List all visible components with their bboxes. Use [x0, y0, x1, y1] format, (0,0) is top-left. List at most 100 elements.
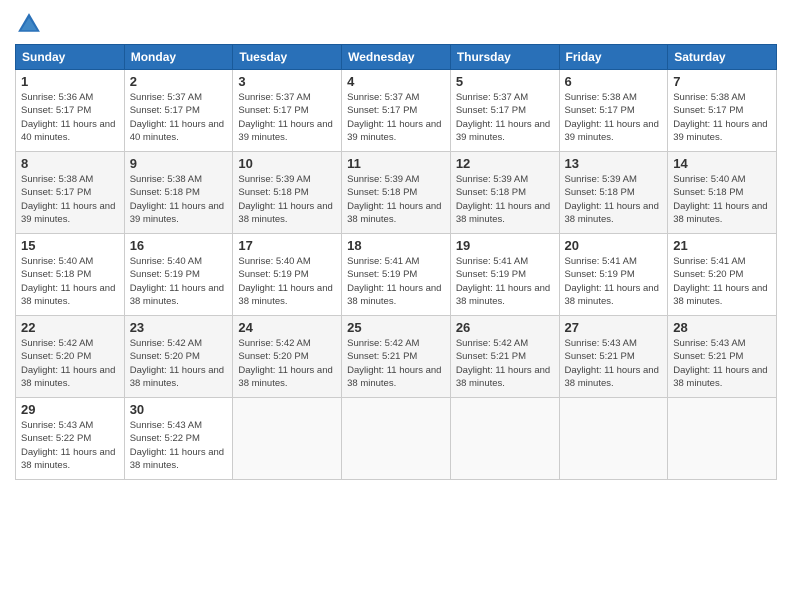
day-number: 30 [130, 402, 228, 417]
calendar-week-row: 29 Sunrise: 5:43 AM Sunset: 5:22 PM Dayl… [16, 398, 777, 480]
day-number: 18 [347, 238, 445, 253]
day-info: Sunrise: 5:42 AM Sunset: 5:21 PM Dayligh… [456, 337, 554, 390]
day-number: 21 [673, 238, 771, 253]
sunset-label: Sunset: 5:22 PM [130, 433, 200, 444]
day-number: 19 [456, 238, 554, 253]
day-number: 2 [130, 74, 228, 89]
calendar-table: SundayMondayTuesdayWednesdayThursdayFrid… [15, 44, 777, 480]
header [15, 10, 777, 38]
day-info: Sunrise: 5:39 AM Sunset: 5:18 PM Dayligh… [565, 173, 663, 226]
day-info: Sunrise: 5:40 AM Sunset: 5:18 PM Dayligh… [673, 173, 771, 226]
day-info: Sunrise: 5:40 AM Sunset: 5:19 PM Dayligh… [238, 255, 336, 308]
daylight-label: Daylight: 11 hours and 38 minutes. [673, 365, 767, 389]
day-info: Sunrise: 5:43 AM Sunset: 5:22 PM Dayligh… [130, 419, 228, 472]
calendar-cell: 22 Sunrise: 5:42 AM Sunset: 5:20 PM Dayl… [16, 316, 125, 398]
sunrise-label: Sunrise: 5:38 AM [565, 92, 637, 103]
calendar-cell: 10 Sunrise: 5:39 AM Sunset: 5:18 PM Dayl… [233, 152, 342, 234]
calendar-header-thursday: Thursday [450, 45, 559, 70]
day-number: 17 [238, 238, 336, 253]
logo [15, 10, 47, 38]
sunrise-label: Sunrise: 5:39 AM [347, 174, 419, 185]
daylight-label: Daylight: 11 hours and 38 minutes. [456, 283, 550, 307]
sunset-label: Sunset: 5:20 PM [130, 351, 200, 362]
day-info: Sunrise: 5:41 AM Sunset: 5:19 PM Dayligh… [456, 255, 554, 308]
calendar-cell: 28 Sunrise: 5:43 AM Sunset: 5:21 PM Dayl… [668, 316, 777, 398]
sunset-label: Sunset: 5:19 PM [456, 269, 526, 280]
day-number: 20 [565, 238, 663, 253]
sunrise-label: Sunrise: 5:40 AM [673, 174, 745, 185]
day-number: 1 [21, 74, 119, 89]
sunrise-label: Sunrise: 5:42 AM [130, 338, 202, 349]
sunrise-label: Sunrise: 5:41 AM [565, 256, 637, 267]
daylight-label: Daylight: 11 hours and 38 minutes. [238, 201, 332, 225]
daylight-label: Daylight: 11 hours and 38 minutes. [21, 283, 115, 307]
day-number: 22 [21, 320, 119, 335]
day-info: Sunrise: 5:38 AM Sunset: 5:17 PM Dayligh… [21, 173, 119, 226]
daylight-label: Daylight: 11 hours and 38 minutes. [565, 283, 659, 307]
sunrise-label: Sunrise: 5:43 AM [673, 338, 745, 349]
sunset-label: Sunset: 5:18 PM [456, 187, 526, 198]
sunrise-label: Sunrise: 5:40 AM [130, 256, 202, 267]
sunset-label: Sunset: 5:19 PM [130, 269, 200, 280]
daylight-label: Daylight: 11 hours and 39 minutes. [456, 119, 550, 143]
sunrise-label: Sunrise: 5:39 AM [238, 174, 310, 185]
daylight-label: Daylight: 11 hours and 38 minutes. [238, 283, 332, 307]
sunrise-label: Sunrise: 5:37 AM [238, 92, 310, 103]
day-info: Sunrise: 5:39 AM Sunset: 5:18 PM Dayligh… [456, 173, 554, 226]
calendar-cell: 11 Sunrise: 5:39 AM Sunset: 5:18 PM Dayl… [342, 152, 451, 234]
calendar-cell: 17 Sunrise: 5:40 AM Sunset: 5:19 PM Dayl… [233, 234, 342, 316]
sunrise-label: Sunrise: 5:38 AM [130, 174, 202, 185]
calendar-cell: 6 Sunrise: 5:38 AM Sunset: 5:17 PM Dayli… [559, 70, 668, 152]
day-number: 4 [347, 74, 445, 89]
day-number: 7 [673, 74, 771, 89]
day-info: Sunrise: 5:37 AM Sunset: 5:17 PM Dayligh… [130, 91, 228, 144]
sunset-label: Sunset: 5:19 PM [347, 269, 417, 280]
day-info: Sunrise: 5:37 AM Sunset: 5:17 PM Dayligh… [456, 91, 554, 144]
sunset-label: Sunset: 5:18 PM [21, 269, 91, 280]
day-number: 15 [21, 238, 119, 253]
sunrise-label: Sunrise: 5:43 AM [565, 338, 637, 349]
daylight-label: Daylight: 11 hours and 40 minutes. [21, 119, 115, 143]
calendar-cell: 2 Sunrise: 5:37 AM Sunset: 5:17 PM Dayli… [124, 70, 233, 152]
sunrise-label: Sunrise: 5:41 AM [347, 256, 419, 267]
sunset-label: Sunset: 5:20 PM [238, 351, 308, 362]
sunrise-label: Sunrise: 5:39 AM [456, 174, 528, 185]
day-info: Sunrise: 5:41 AM Sunset: 5:19 PM Dayligh… [565, 255, 663, 308]
daylight-label: Daylight: 11 hours and 38 minutes. [673, 283, 767, 307]
day-number: 26 [456, 320, 554, 335]
day-number: 13 [565, 156, 663, 171]
calendar-cell: 3 Sunrise: 5:37 AM Sunset: 5:17 PM Dayli… [233, 70, 342, 152]
day-number: 12 [456, 156, 554, 171]
calendar-cell: 8 Sunrise: 5:38 AM Sunset: 5:17 PM Dayli… [16, 152, 125, 234]
sunset-label: Sunset: 5:18 PM [565, 187, 635, 198]
day-number: 16 [130, 238, 228, 253]
day-info: Sunrise: 5:41 AM Sunset: 5:20 PM Dayligh… [673, 255, 771, 308]
day-info: Sunrise: 5:43 AM Sunset: 5:22 PM Dayligh… [21, 419, 119, 472]
sunset-label: Sunset: 5:20 PM [21, 351, 91, 362]
daylight-label: Daylight: 11 hours and 38 minutes. [565, 201, 659, 225]
day-info: Sunrise: 5:42 AM Sunset: 5:20 PM Dayligh… [238, 337, 336, 390]
sunset-label: Sunset: 5:17 PM [347, 105, 417, 116]
daylight-label: Daylight: 11 hours and 39 minutes. [673, 119, 767, 143]
calendar-cell: 23 Sunrise: 5:42 AM Sunset: 5:20 PM Dayl… [124, 316, 233, 398]
daylight-label: Daylight: 11 hours and 39 minutes. [130, 201, 224, 225]
calendar-header-friday: Friday [559, 45, 668, 70]
calendar-cell: 24 Sunrise: 5:42 AM Sunset: 5:20 PM Dayl… [233, 316, 342, 398]
day-info: Sunrise: 5:39 AM Sunset: 5:18 PM Dayligh… [347, 173, 445, 226]
day-info: Sunrise: 5:37 AM Sunset: 5:17 PM Dayligh… [347, 91, 445, 144]
day-number: 28 [673, 320, 771, 335]
sunrise-label: Sunrise: 5:42 AM [238, 338, 310, 349]
calendar-cell: 30 Sunrise: 5:43 AM Sunset: 5:22 PM Dayl… [124, 398, 233, 480]
daylight-label: Daylight: 11 hours and 38 minutes. [130, 283, 224, 307]
calendar-cell [342, 398, 451, 480]
sunset-label: Sunset: 5:19 PM [238, 269, 308, 280]
daylight-label: Daylight: 11 hours and 38 minutes. [456, 365, 550, 389]
day-number: 8 [21, 156, 119, 171]
sunset-label: Sunset: 5:21 PM [456, 351, 526, 362]
sunset-label: Sunset: 5:18 PM [347, 187, 417, 198]
day-number: 14 [673, 156, 771, 171]
calendar-cell: 19 Sunrise: 5:41 AM Sunset: 5:19 PM Dayl… [450, 234, 559, 316]
sunset-label: Sunset: 5:18 PM [130, 187, 200, 198]
daylight-label: Daylight: 11 hours and 38 minutes. [238, 365, 332, 389]
day-number: 27 [565, 320, 663, 335]
